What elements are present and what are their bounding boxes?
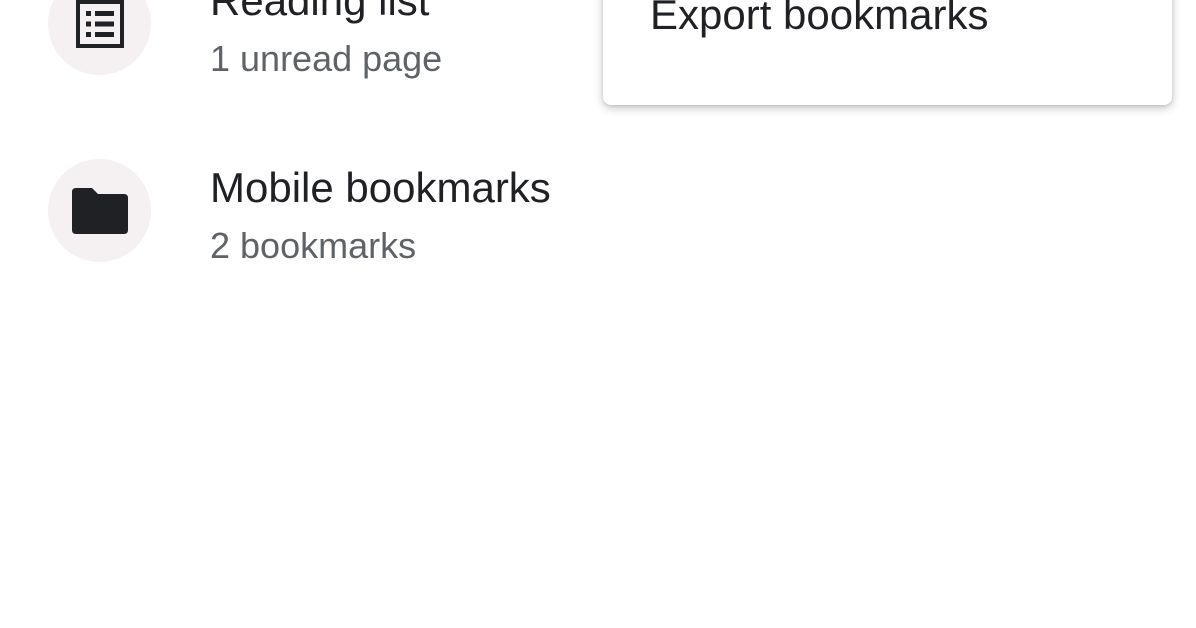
list-item-subtitle: 2 bookmarks <box>210 225 417 266</box>
list-item-mobile-bookmarks[interactable]: Mobile bookmarks 2 bookmarks <box>0 145 1196 275</box>
list-item-subtitle: 1 unread page <box>210 38 443 79</box>
overflow-menu: Export bookmarks <box>603 0 1172 105</box>
folder-icon <box>48 159 151 262</box>
list-item-title: Mobile bookmarks <box>210 164 551 211</box>
menu-item-export-bookmarks[interactable]: Export bookmarks <box>650 0 988 40</box>
bookmarks-screen: Reading list 1 unread page Mobile bookma… <box>0 0 1196 628</box>
reading-list-icon <box>48 0 151 75</box>
list-item-title: Reading list <box>210 0 430 24</box>
